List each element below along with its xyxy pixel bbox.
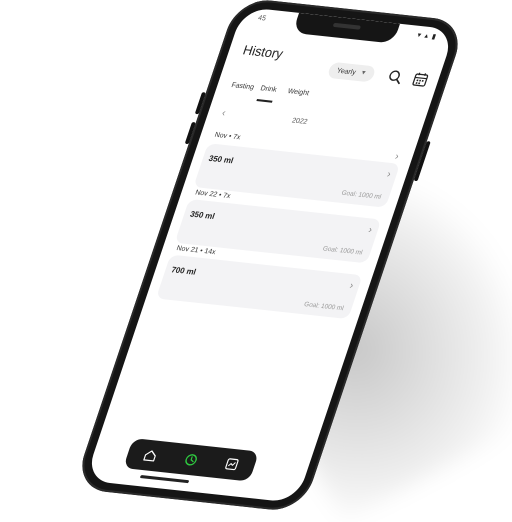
home-icon <box>143 450 156 462</box>
chevron-right-icon: › <box>393 151 401 163</box>
home-indicator <box>139 475 190 484</box>
tab-weight[interactable]: Weight <box>287 88 310 97</box>
status-time: 45 <box>256 14 267 23</box>
notch <box>292 12 400 44</box>
chevron-down-icon: ▼ <box>359 70 368 77</box>
previous-year-button[interactable]: ‹ <box>220 108 227 119</box>
entry-date: Nov 21 • 14x <box>175 245 217 257</box>
search-icon <box>389 70 400 85</box>
app-screen: 45 ▾ ▴ ▮ History Yearly ▼ Fasting Drink … <box>84 6 456 504</box>
tab-fasting[interactable]: Fasting <box>230 82 255 91</box>
entry-date: Nov 22 • 7x <box>194 189 232 201</box>
entry-goal: Goal: 1000 ml <box>302 301 345 313</box>
calendar-icon <box>412 72 429 87</box>
entry-goal: Goal: 1000 ml <box>340 189 383 201</box>
volume-up-button <box>194 92 206 115</box>
entry-goal: Goal: 1000 ml <box>321 245 364 257</box>
page-title: History <box>240 42 286 62</box>
chevron-right-icon: › <box>385 168 393 181</box>
nav-stats-button[interactable] <box>223 457 241 472</box>
entry-date: Nov • 7x <box>213 131 242 142</box>
search-button[interactable] <box>385 68 406 86</box>
period-dropdown-label: Yearly <box>335 67 357 77</box>
status-icons: ▾ ▴ ▮ <box>416 31 438 41</box>
calendar-button[interactable] <box>410 71 431 89</box>
year-label: 2022 <box>290 117 309 126</box>
stage: 45 ▾ ▴ ▮ History Yearly ▼ Fasting Drink … <box>0 0 512 513</box>
chevron-right-icon: › <box>366 224 374 236</box>
period-dropdown[interactable]: Yearly ▼ <box>326 61 377 83</box>
drink-gauge-icon <box>185 454 197 466</box>
nav-home-button[interactable] <box>141 448 159 463</box>
entry-amount: 700 ml <box>170 265 198 277</box>
chart-icon <box>225 458 239 471</box>
nav-drink-button[interactable] <box>182 452 200 467</box>
entry-amount: 350 ml <box>207 153 235 166</box>
phone-frame: 45 ▾ ▴ ▮ History Yearly ▼ Fasting Drink … <box>72 0 468 513</box>
speaker <box>332 22 362 30</box>
tab-selected-indicator <box>256 99 273 103</box>
tab-drink[interactable]: Drink <box>259 85 277 94</box>
volume-down-button <box>184 121 196 145</box>
entry-amount: 350 ml <box>188 209 216 222</box>
power-button <box>413 141 431 182</box>
chevron-right-icon: › <box>347 280 355 292</box>
